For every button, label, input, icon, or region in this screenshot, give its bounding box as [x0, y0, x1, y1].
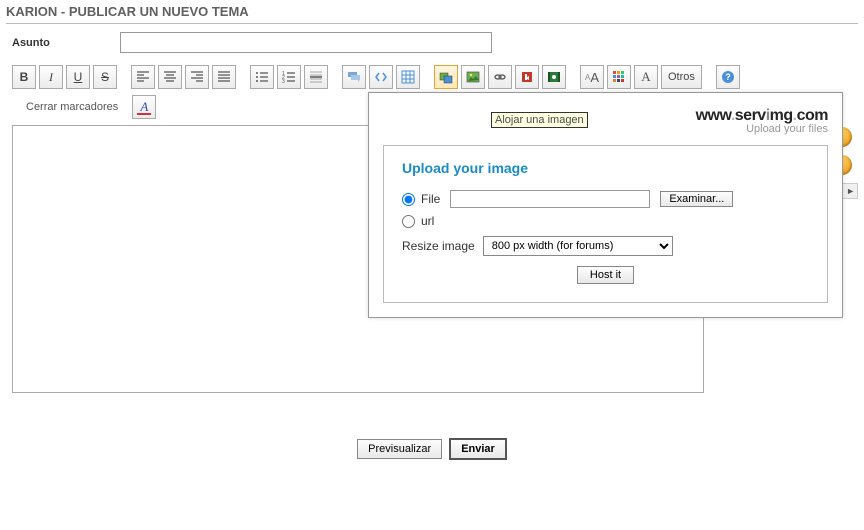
video-button[interactable]	[542, 65, 566, 89]
servimg-logo: www.servimg.com Upload your files	[383, 107, 828, 135]
host-image-button[interactable]	[434, 65, 458, 89]
list-ordered-button[interactable]: 123	[277, 65, 301, 89]
italic-button[interactable]: I	[39, 65, 63, 89]
submit-row: Previsualizar Enviar	[6, 438, 858, 472]
scroll-right-icon[interactable]: ►	[846, 186, 855, 196]
resize-label: Resize image	[402, 239, 475, 253]
align-left-button[interactable]	[131, 65, 155, 89]
link-button[interactable]	[488, 65, 512, 89]
host-image-popup: www.servimg.com Upload your files Upload…	[368, 92, 843, 318]
svg-text:3: 3	[282, 79, 285, 84]
resize-select[interactable]: 800 px width (for forums)	[483, 236, 673, 256]
browse-button[interactable]: Examinar...	[660, 191, 733, 207]
align-right-button[interactable]	[185, 65, 209, 89]
align-justify-button[interactable]	[212, 65, 236, 89]
hr-button[interactable]	[304, 65, 328, 89]
table-button[interactable]	[396, 65, 420, 89]
upload-title: Upload your image	[402, 160, 809, 176]
file-path-input[interactable]	[450, 190, 650, 208]
flash-button[interactable]	[515, 65, 539, 89]
close-markers-link[interactable]: Cerrar marcadores	[20, 98, 124, 116]
svg-text:?: ?	[725, 72, 731, 82]
host-it-button[interactable]: Host it	[577, 266, 634, 284]
font-style-button[interactable]: A	[132, 95, 156, 119]
send-button[interactable]: Enviar	[449, 438, 507, 460]
subject-input[interactable]	[120, 32, 492, 53]
upload-box: Upload your image File Examinar... url R…	[383, 145, 828, 303]
url-radio[interactable]	[402, 215, 415, 228]
help-button[interactable]: ?	[716, 65, 740, 89]
quote-button[interactable]	[342, 65, 366, 89]
toolbar: B I U S 123 AA A Otros ?	[6, 65, 858, 89]
code-button[interactable]	[369, 65, 393, 89]
underline-button[interactable]: U	[66, 65, 90, 89]
page-title: KARION - PUBLICAR UN NUEVO TEMA	[6, 0, 858, 24]
host-image-tooltip: Alojar una imagen	[491, 112, 588, 128]
preview-button[interactable]: Previsualizar	[357, 439, 442, 459]
subject-label: Asunto	[12, 37, 120, 49]
font-color-button[interactable]	[607, 65, 631, 89]
bold-button[interactable]: B	[12, 65, 36, 89]
font-size-button[interactable]: AA	[580, 65, 604, 89]
file-label: File	[421, 192, 440, 206]
otros-button[interactable]: Otros	[661, 65, 702, 89]
font-family-button[interactable]: A	[634, 65, 658, 89]
subject-row: Asunto	[6, 32, 858, 53]
align-center-button[interactable]	[158, 65, 182, 89]
image-button[interactable]	[461, 65, 485, 89]
list-unordered-button[interactable]	[250, 65, 274, 89]
strike-button[interactable]: S	[93, 65, 117, 89]
url-label: url	[421, 214, 434, 228]
file-radio[interactable]	[402, 193, 415, 206]
